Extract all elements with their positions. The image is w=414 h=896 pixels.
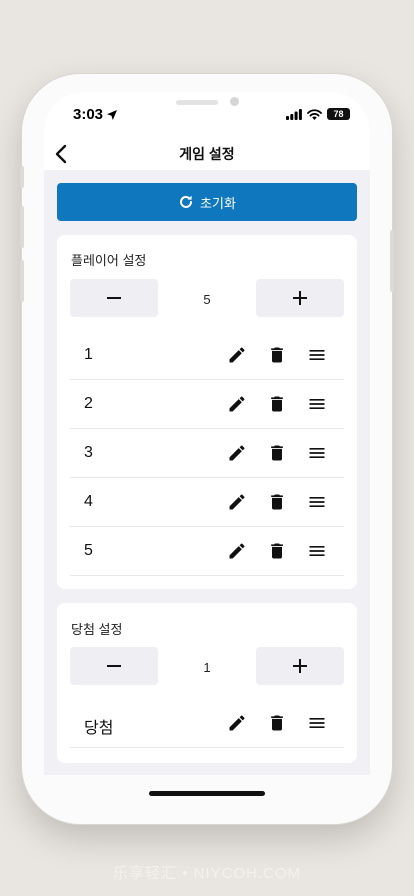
speaker [176,100,218,105]
player-row: 5 [70,527,344,576]
pencil-icon[interactable] [227,394,247,414]
pencil-icon[interactable] [227,345,247,365]
camera [230,97,239,106]
player-name: 2 [84,395,93,412]
minus-icon [107,665,121,667]
pencil-icon[interactable] [227,443,247,463]
player-name: 3 [84,444,93,461]
trash-icon[interactable] [267,443,287,463]
prize-settings-title: 당첨 설정 [71,622,123,637]
player-settings-title: 플레이어 설정 [71,253,147,268]
status-time: 3:03 [73,106,118,123]
page-title: 게임 설정 [179,146,235,162]
pencil-icon[interactable] [227,713,247,733]
settings-content: 초기화 플레이어 설정 5 1 2 3 4 5 당첨 설정 1 당첨 [44,170,370,775]
menu-icon[interactable] [307,345,327,365]
signal-icon [286,108,302,120]
status-indicators: 78 [286,108,350,120]
menu-icon[interactable] [307,492,327,512]
prize-name: 당첨 [84,720,114,737]
prize-row: 당첨 [70,699,344,748]
phone-side-button [20,260,24,302]
phone-side-button [390,230,394,292]
app-screen: 3:03 78 게임 설정 초기화 플레이어 설정 5 1 2 3 4 5 당첨… [44,92,370,775]
player-increment-button[interactable] [256,279,344,317]
player-name: 5 [84,542,93,559]
player-row: 3 [70,429,344,478]
refresh-icon [180,195,193,208]
trash-icon[interactable] [267,394,287,414]
status-bar: 3:03 78 [44,92,370,138]
trash-icon[interactable] [267,713,287,733]
phone-side-button [20,166,24,188]
home-indicator[interactable] [149,791,265,796]
player-row: 1 [70,331,344,380]
plus-icon [293,659,307,673]
player-count: 5 [203,292,211,307]
phone-side-button [20,206,24,248]
player-name: 4 [84,493,93,510]
notch [116,92,298,122]
player-row: 4 [70,478,344,527]
status-time-label: 3:03 [73,106,104,123]
prize-settings-card: 당첨 설정 1 당첨 [57,603,357,763]
watermark: 乐享轻汇 • NIYCOH.COM [112,865,302,882]
battery-level: 78 [333,109,344,119]
minus-icon [107,297,121,299]
player-row: 2 [70,380,344,429]
menu-icon[interactable] [307,394,327,414]
wifi-icon [307,108,322,120]
prize-decrement-button[interactable] [70,647,158,685]
menu-icon[interactable] [307,541,327,561]
trash-icon[interactable] [267,541,287,561]
player-settings-card: 플레이어 설정 5 1 2 3 4 5 [57,235,357,589]
player-decrement-button[interactable] [70,279,158,317]
pencil-icon[interactable] [227,541,247,561]
battery-icon: 78 [327,108,350,120]
pencil-icon[interactable] [227,492,247,512]
prize-count: 1 [203,660,211,675]
plus-icon [293,291,307,305]
navigation-bar: 게임 설정 [44,138,370,170]
reset-button-label: 초기화 [200,195,236,211]
trash-icon[interactable] [267,345,287,365]
reset-button[interactable]: 초기화 [57,183,357,221]
prize-increment-button[interactable] [256,647,344,685]
player-name: 1 [84,346,93,363]
menu-icon[interactable] [307,443,327,463]
trash-icon[interactable] [267,492,287,512]
menu-icon[interactable] [307,713,327,733]
